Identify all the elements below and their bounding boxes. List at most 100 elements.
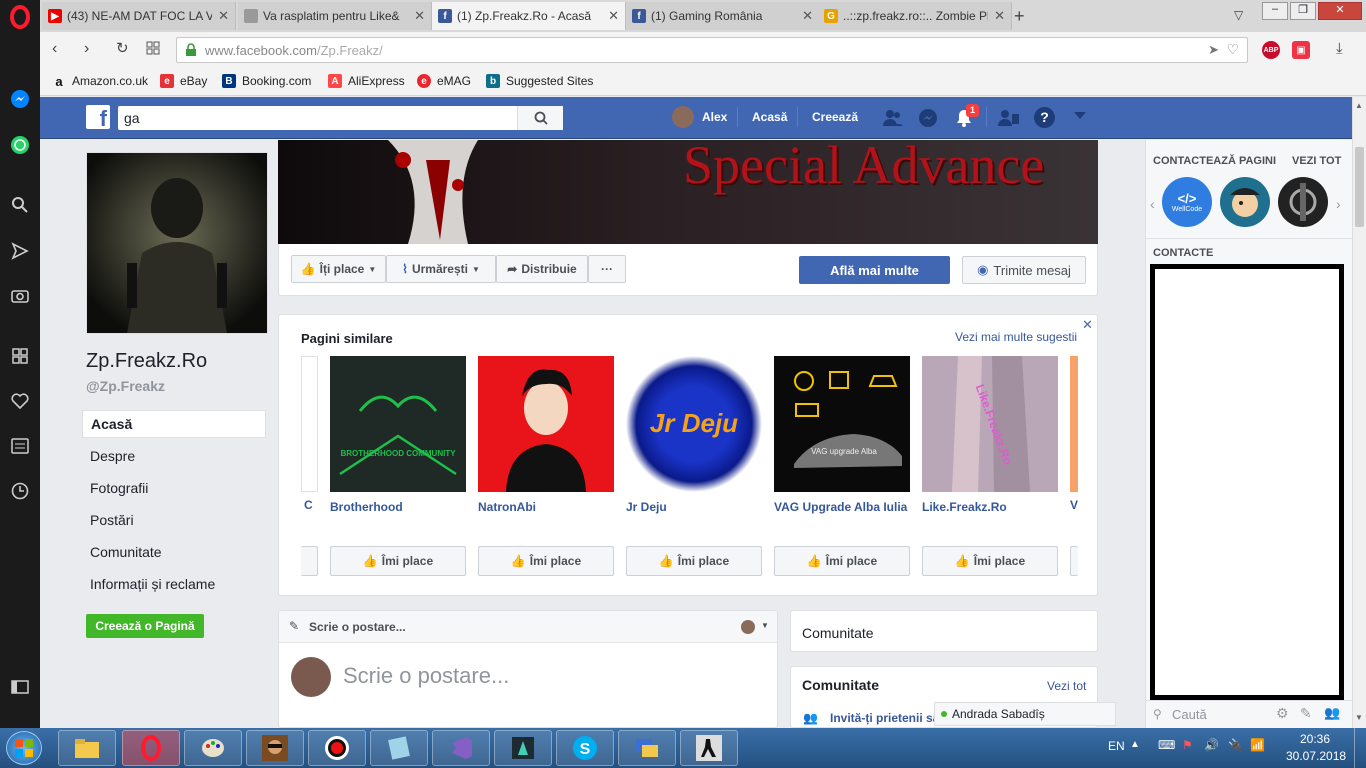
clock-time[interactable]: 20:36	[1300, 732, 1330, 746]
chevron-down-icon[interactable]: ▼	[761, 621, 769, 630]
clock-date[interactable]: 30.07.2018	[1286, 749, 1346, 763]
show-hidden-icons[interactable]: ▲	[1130, 739, 1140, 750]
send-page-icon[interactable]: ➤	[1208, 42, 1219, 58]
similar-page-natronabi[interactable]: NatronAbi 👍 Îmi place	[478, 356, 614, 576]
similar-page-like-freakz[interactable]: Like.Freakz.Ro Like.Freakz.Ro 👍 Îmi place	[922, 356, 1058, 576]
create-page-button[interactable]: Creează o Pagină	[86, 614, 204, 638]
account-menu-icon[interactable]	[1074, 112, 1086, 119]
similar-page-vag-upgrade[interactable]: VAG upgrade Alba VAG Upgrade Alba Iulia …	[774, 356, 910, 576]
whatsapp-icon[interactable]	[0, 130, 40, 160]
language-indicator[interactable]: EN	[1108, 739, 1125, 753]
page-bubble-2[interactable]	[1220, 177, 1270, 227]
tab-zp-freakz[interactable]: f (1) Zp.Freakz.Ro - Acasă ✕	[432, 2, 626, 30]
online-friend-tab[interactable]: Andrada Sabadîș	[934, 702, 1116, 726]
posting-as-avatar[interactable]	[741, 620, 755, 634]
close-icon[interactable]: ✕	[608, 8, 619, 24]
see-all-link[interactable]: VEZI TOT	[1292, 155, 1341, 167]
notepad-icon[interactable]	[370, 730, 428, 766]
composer-tab[interactable]: Scrie o postare...	[309, 620, 406, 634]
filmora-icon[interactable]	[494, 730, 552, 766]
start-button[interactable]	[6, 731, 42, 765]
chevron-left-icon[interactable]: ‹	[1150, 196, 1155, 212]
similar-page-jr-deju[interactable]: Jr Deju Jr Deju 👍 Îmi place	[626, 356, 762, 576]
side-nav-info-ads[interactable]: Informații și reclame	[82, 570, 266, 598]
download-icon[interactable]: ⤓	[1336, 40, 1343, 57]
close-icon[interactable]: ✕	[802, 8, 813, 24]
like-button[interactable]: 👍 Îmi place	[626, 546, 762, 576]
send-icon[interactable]	[0, 236, 40, 266]
page-bubble-3[interactable]	[1278, 177, 1328, 227]
side-nav-posts[interactable]: Postări	[82, 506, 266, 534]
network-icon[interactable]: 📶	[1250, 738, 1265, 752]
see-all-link[interactable]: Vezi tot	[1047, 679, 1086, 693]
similar-page-name[interactable]: Jr Deju	[626, 500, 762, 514]
quick-help-icon[interactable]	[998, 109, 1020, 130]
help-icon[interactable]: ?	[1034, 107, 1055, 128]
power-icon[interactable]: 🔌	[1228, 738, 1243, 752]
volume-icon[interactable]: 🔊	[1204, 738, 1219, 752]
new-tab-icon[interactable]: +	[1014, 6, 1025, 27]
like-button[interactable]: 👍 Îmi place	[922, 546, 1058, 576]
similar-page-name[interactable]: Brotherhood	[330, 500, 466, 514]
search-button[interactable]	[517, 106, 563, 130]
opera-menu-icon[interactable]	[0, 2, 40, 32]
adblock-icon[interactable]: ABP	[1262, 41, 1280, 59]
camera-icon[interactable]	[0, 280, 40, 310]
similar-page-image[interactable]	[478, 356, 614, 492]
learn-more-button[interactable]: Află mai multe	[799, 256, 950, 284]
close-icon[interactable]: ✕	[994, 8, 1005, 24]
bookmark-aliexpress[interactable]: A AliExpress	[328, 74, 405, 88]
follow-button[interactable]: ⌇ Urmărești ▼	[386, 255, 496, 283]
page-scrollbar[interactable]: ▲ ▼	[1352, 97, 1366, 728]
forward-icon[interactable]: ›	[84, 40, 89, 58]
speed-dial-icon[interactable]	[0, 341, 40, 371]
chat-search-input[interactable]: Caută	[1172, 707, 1207, 722]
bookmark-ebay[interactable]: e eBay	[160, 74, 207, 88]
skype-icon[interactable]: S	[556, 730, 614, 766]
create-link[interactable]: Creează	[812, 110, 858, 124]
share-button[interactable]: ➦ Distribuie	[496, 255, 588, 283]
gear-icon[interactable]: ⚙	[1276, 705, 1289, 722]
recorder-icon[interactable]	[308, 730, 366, 766]
visual-studio-icon[interactable]	[432, 730, 490, 766]
sidebar-toggle-icon[interactable]	[0, 672, 40, 702]
reload-icon[interactable]: ↻	[116, 39, 129, 57]
chevron-right-icon[interactable]: ›	[1336, 196, 1341, 212]
facebook-search-input[interactable]: ga	[118, 106, 563, 130]
back-icon[interactable]: ‹	[52, 40, 57, 58]
bookmark-suggested[interactable]: b Suggested Sites	[486, 74, 593, 88]
scroll-down-icon[interactable]: ▼	[1355, 713, 1363, 722]
side-nav-photos[interactable]: Fotografii	[82, 474, 266, 502]
similar-page-image[interactable]: Jr Deju	[626, 356, 762, 492]
tab-menu-icon[interactable]: ▽	[1234, 8, 1243, 22]
news-icon[interactable]	[0, 431, 40, 461]
similar-page-partial-name[interactable]: C	[304, 498, 313, 512]
close-icon[interactable]: ✕	[1082, 317, 1093, 333]
similar-page-image[interactable]: VAG upgrade Alba	[774, 356, 910, 492]
tab-gaming-romania[interactable]: f (1) Gaming România ✕	[626, 2, 820, 30]
side-nav-community[interactable]: Comunitate	[82, 538, 266, 566]
notifications-icon[interactable]: 1	[954, 104, 979, 131]
tab-youtube[interactable]: ▶ (43) NE-AM DAT FOC LA V ✕	[42, 2, 236, 30]
heart-icon[interactable]	[0, 386, 40, 416]
bookmark-booking[interactable]: B Booking.com	[222, 74, 311, 88]
tab-zombie[interactable]: G ..::zp.freakz.ro::.. Zombie Pl ✕	[818, 2, 1012, 30]
facebook-logo-icon[interactable]: f	[86, 105, 110, 129]
profile-link[interactable]: Alex	[702, 110, 727, 124]
restore-icon[interactable]: ❐	[1290, 2, 1316, 20]
opera-taskbar-icon[interactable]	[122, 730, 180, 766]
scroll-up-icon[interactable]: ▲	[1355, 101, 1363, 110]
similar-page-partial-like[interactable]	[1070, 546, 1078, 576]
page-profile-picture[interactable]	[86, 152, 268, 334]
like-page-button[interactable]: 👍 Îți place ▼	[291, 255, 386, 283]
close-icon[interactable]: ✕	[414, 8, 425, 24]
network-tool-icon[interactable]	[618, 730, 676, 766]
send-message-button[interactable]: ◉ Trimite mesaj	[962, 256, 1086, 284]
like-button[interactable]: 👍 Îmi place	[478, 546, 614, 576]
keyboard-icon[interactable]: ⌨	[1158, 738, 1175, 752]
see-more-suggestions-link[interactable]: Vezi mai multe sugestii	[955, 330, 1077, 344]
create-group-icon[interactable]: 👥	[1324, 705, 1340, 721]
close-icon[interactable]: ✕	[218, 8, 229, 24]
similar-page-name[interactable]: Like.Freakz.Ro	[922, 500, 1058, 514]
page-bubble-wellcode[interactable]: </> WellCode	[1162, 177, 1212, 227]
